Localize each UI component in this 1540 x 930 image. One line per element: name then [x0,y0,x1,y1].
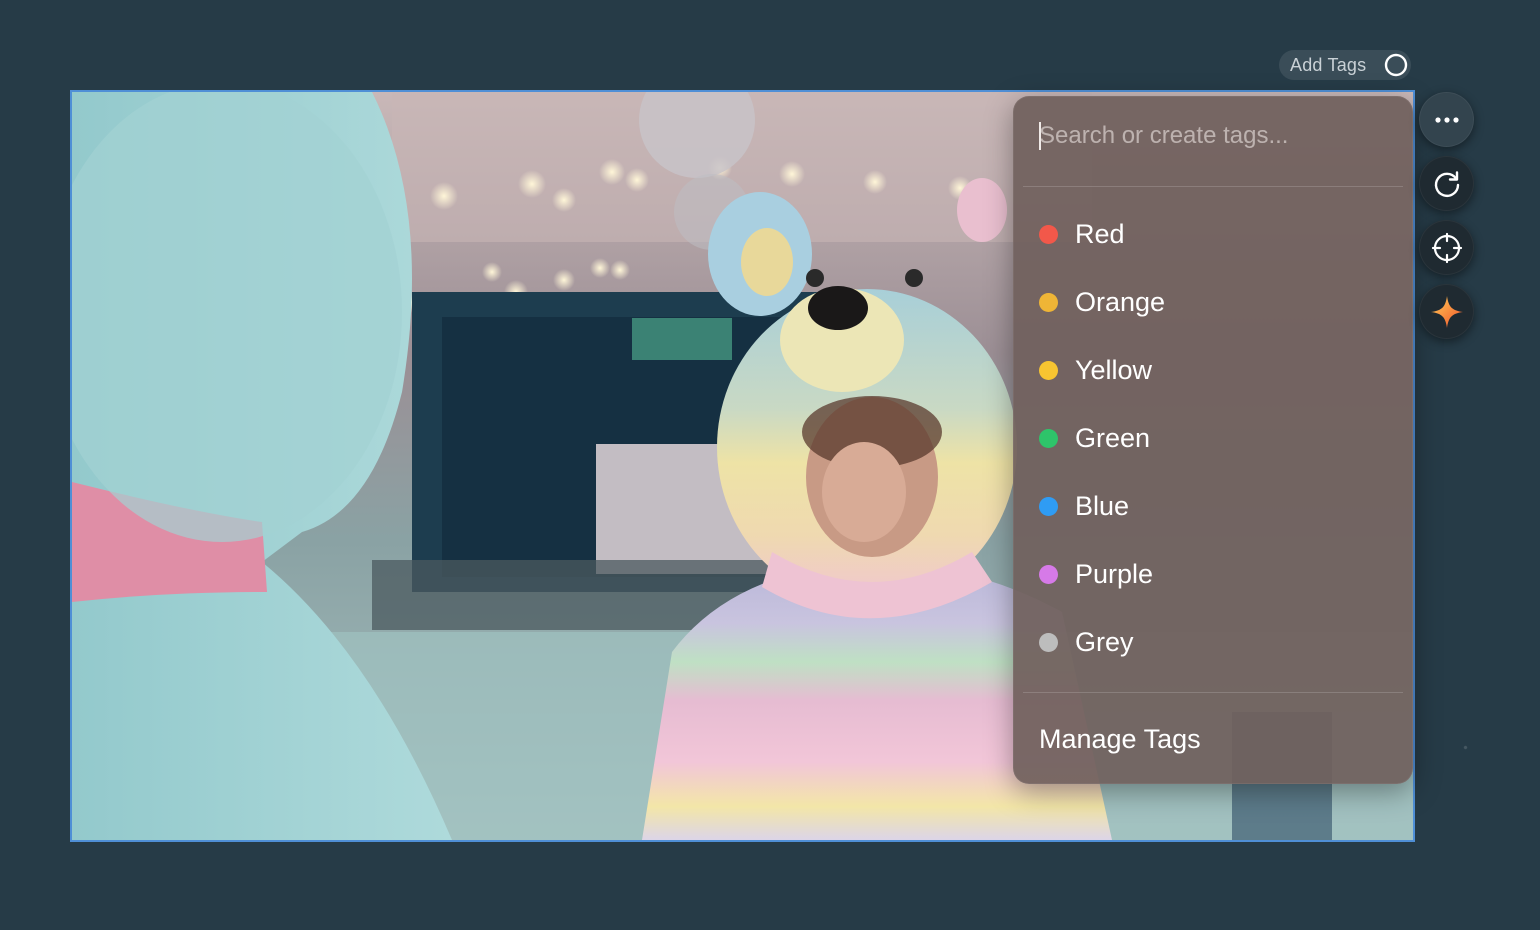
refresh-icon [1434,170,1459,197]
tag-label: Blue [1075,490,1130,521]
divider [1023,692,1403,693]
tag-item-red[interactable]: Red [1013,200,1413,268]
orange-dot-icon [1039,292,1058,312]
refresh-button[interactable] [1419,156,1474,211]
tag-label: Grey [1075,626,1134,657]
tag-item-yellow[interactable]: Yellow [1013,336,1413,404]
focus-button[interactable] [1419,220,1474,275]
purple-dot-icon [1039,564,1058,584]
tag-item-purple[interactable]: Purple [1013,540,1413,608]
tag-item-blue[interactable]: Blue [1013,472,1413,540]
tag-label: Purple [1075,558,1154,589]
add-tags-button[interactable]: Add Tags [1279,50,1411,80]
green-dot-icon [1039,428,1058,448]
tag-item-grey[interactable]: Grey [1013,608,1413,676]
tag-item-green[interactable]: Green [1013,404,1413,472]
tag-label: Red [1075,218,1125,249]
tag-item-orange[interactable]: Orange [1013,268,1413,336]
sparkle-icon [1430,295,1463,328]
more-horizontal-icon [1434,116,1459,123]
more-options-button[interactable] [1419,92,1474,147]
tag-label: Yellow [1075,354,1153,385]
ring-icon [1384,53,1408,77]
add-tags-label: Add Tags [1290,54,1367,75]
text-cursor [1039,122,1041,150]
tag-label: Orange [1075,286,1166,317]
tag-label: Green [1075,422,1151,453]
divider [1023,186,1403,187]
blue-dot-icon [1039,496,1058,516]
tag-list: Red Orange Yellow Green Blue Purple Grey [1013,200,1413,676]
tag-dropdown: Red Orange Yellow Green Blue Purple Grey… [1013,96,1413,784]
grey-dot-icon [1039,632,1058,652]
crosshair-icon [1431,232,1462,263]
red-dot-icon [1039,224,1058,244]
ai-assist-button[interactable] [1419,284,1474,339]
tag-search-input[interactable] [1039,118,1389,154]
yellow-dot-icon [1039,360,1058,380]
manage-tags-button[interactable]: Manage Tags [1039,724,1201,755]
